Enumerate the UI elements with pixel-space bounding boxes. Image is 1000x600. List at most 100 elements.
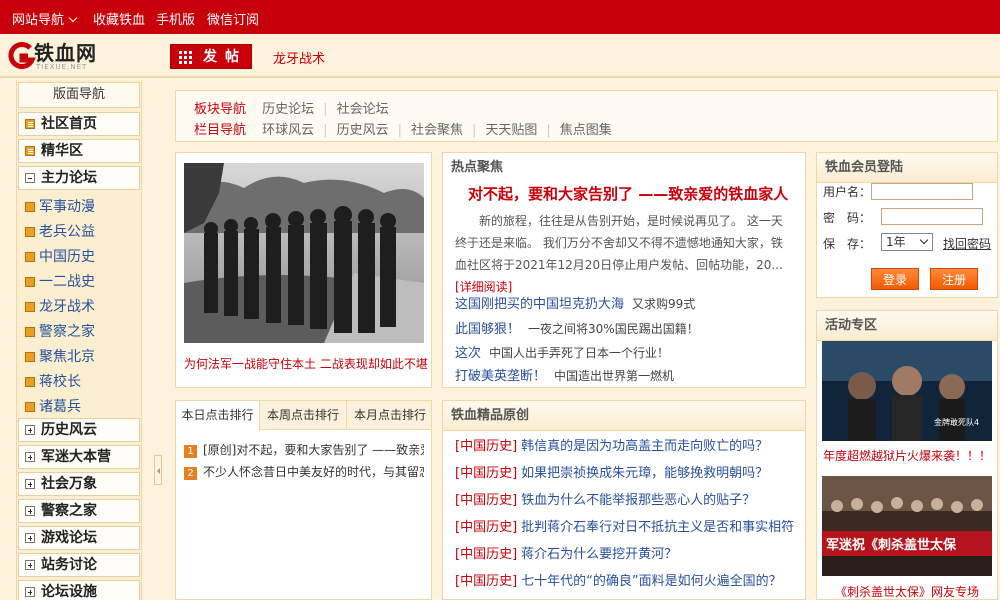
sidebar-item-label: 社会万象 xyxy=(41,476,97,492)
site-nav-menu[interactable]: 网站导航 xyxy=(12,9,78,28)
username-input[interactable] xyxy=(871,183,973,200)
sidebar-item-main-forum[interactable]: 主力论坛 xyxy=(18,166,140,190)
forum-icon xyxy=(25,402,35,412)
activity-poster-2[interactable]: 军迷祝《刺杀盖世太保 xyxy=(822,476,992,576)
original-item[interactable]: [中国历史] 批判蒋介石奉行对日不抵抗主义是否和事实相符？ xyxy=(455,516,795,535)
forum-icon xyxy=(25,352,35,362)
hot-link[interactable]: 这国刚把买的中国坦克扔大海 又求购99式 xyxy=(455,293,695,312)
sidebar-item-label: 社区首页 xyxy=(41,116,97,132)
sidebar-subitem[interactable]: 一二战史 xyxy=(25,272,95,292)
subitem-label: 龙牙战术 xyxy=(39,299,95,315)
activity-caption-2[interactable]: 《刺杀盖世太保》网友专场 xyxy=(817,583,997,600)
original-tag: [中国历史] xyxy=(455,547,518,562)
sidebar-collapse-toggle[interactable] xyxy=(154,455,162,485)
sidebar-subitem[interactable]: 诸葛兵 xyxy=(25,397,81,417)
keep-duration-select[interactable]: 1年 xyxy=(881,233,933,251)
sidebar-item-featured[interactable]: 精华区 xyxy=(18,139,140,163)
hot-link[interactable]: 这次 中国人出手弄死了日本一个行业！ xyxy=(455,342,669,361)
sidebar-item-fans-camp[interactable]: 军迷大本营 xyxy=(18,445,140,469)
logo-mark-icon xyxy=(8,42,36,69)
password-label: 密 码： xyxy=(823,211,872,225)
hot-link-subtitle: 又求购99式 xyxy=(632,297,696,311)
subitem-label: 一二战史 xyxy=(39,274,95,290)
original-item[interactable]: [中国历史] 韩信真的是因为功高盖主而走向败亡的吗？ xyxy=(455,435,795,454)
sidebar-item-history[interactable]: 历史风云 xyxy=(18,418,140,442)
site-logo[interactable]: 铁血网 TIEXUE.NET xyxy=(6,42,102,72)
sidebar-item-site-discuss[interactable]: 站务讨论 xyxy=(18,553,140,577)
subitem-label: 中国历史 xyxy=(39,249,95,265)
column-nav-item[interactable]: 历史风云 xyxy=(337,123,389,138)
feature-photo[interactable] xyxy=(184,163,424,343)
original-item[interactable]: [中国历史] 铁血为什么不能举报那些恶心人的贴子？ xyxy=(455,489,795,508)
sidebar-item-label: 主力论坛 xyxy=(41,170,97,186)
sidebar-subitem[interactable]: 中国历史 xyxy=(25,247,95,267)
original-item[interactable]: [中国历史] 蒋介石为什么要挖开黄河？ xyxy=(455,543,795,562)
sidebar-item-games[interactable]: 游戏论坛 xyxy=(18,526,140,550)
expand-icon xyxy=(25,587,35,597)
sidebar-item-label: 军迷大本营 xyxy=(41,449,111,465)
hot-link[interactable]: 打破美英垄断！ 中国造出世界第一燃机 xyxy=(455,365,674,384)
post-button[interactable]: 发帖 xyxy=(170,44,252,69)
ranking-panel: 本日点击排行 本周点击排行 本月点击排行 1 [原创]对不起，要和大家告别了 ——… xyxy=(175,400,432,600)
keep-duration-value: 1年 xyxy=(886,235,906,249)
hot-body: 新的旅程，往往是从告别开始，是时候说再见了。 这一天终于还是来临。 我们万分不舍… xyxy=(455,210,793,298)
column-nav-item[interactable]: 社会聚焦 xyxy=(411,123,463,138)
column-nav-item[interactable]: 天天贴图 xyxy=(485,123,537,138)
board-nav-item[interactable]: 社会论坛 xyxy=(337,102,389,117)
sidebar-subitem[interactable]: 警察之家 xyxy=(25,322,95,342)
original-item[interactable]: [中国历史] 七十年代的“的确良”面料是如何火遍全国的？ xyxy=(455,570,795,589)
tab-weekly-rank[interactable]: 本周点击排行 xyxy=(260,401,347,430)
wechat-link[interactable]: 微信订阅 xyxy=(207,9,259,28)
sidebar-item-facilities[interactable]: 论坛设施 xyxy=(18,580,140,600)
column-nav-item[interactable]: 环球风云 xyxy=(262,123,314,138)
original-title: 铁血精品原创 xyxy=(443,401,805,431)
feature-panel: 为何法军一战能守住本土 二战表现却如此不堪 xyxy=(175,152,432,388)
login-button[interactable]: 登录 xyxy=(871,268,919,290)
sidebar-subitem[interactable]: 老兵公益 xyxy=(25,222,95,242)
original-item[interactable]: [中国历史] 如果把崇祯换成朱元璋，能够挽救明朝吗？ xyxy=(455,462,795,481)
forum-icon xyxy=(25,277,35,287)
feature-caption[interactable]: 为何法军一战能守住本土 二战表现却如此不堪 xyxy=(184,355,434,372)
original-panel: 铁血精品原创 [中国历史] 韩信真的是因为功高盖主而走向败亡的吗？ [中国历史] 如… xyxy=(442,400,806,600)
recover-password-link[interactable]: 找回密码 xyxy=(943,235,991,252)
board-nav-item[interactable]: 历史论坛 xyxy=(262,102,314,117)
sidebar-item-label: 游戏论坛 xyxy=(41,530,97,546)
column-nav-item[interactable]: 焦点图集 xyxy=(560,123,612,138)
sidebar-item-society[interactable]: 社会万象 xyxy=(18,472,140,496)
subitem-label: 诸葛兵 xyxy=(39,399,81,415)
forum-icon xyxy=(25,302,35,312)
expand-icon xyxy=(25,452,35,462)
original-tag: [中国历史] xyxy=(455,493,518,508)
header-link-longya[interactable]: 龙牙战术 xyxy=(273,48,325,67)
sidebar-item-police[interactable]: 警察之家 xyxy=(18,499,140,523)
rank-item[interactable]: 2 不少人怀念昔日中美友好的时代，与其留恋过去 xyxy=(184,463,424,480)
document-icon xyxy=(25,146,35,156)
forum-icon xyxy=(25,377,35,387)
password-input[interactable] xyxy=(881,208,983,225)
read-more-link[interactable]: [详细阅读] xyxy=(455,280,512,294)
hot-link[interactable]: 此国够狠！ 一夜之间将30%国民踢出国籍！ xyxy=(455,318,699,337)
category-nav: 板块导航 历史论坛 | 社会论坛 栏目导航 环球风云 | 历史风云 | 社会聚焦 | 天天贴图 |… xyxy=(175,90,998,142)
sidebar-item-community-home[interactable]: 社区首页 xyxy=(18,112,140,136)
bookmark-link[interactable]: 收藏铁血 xyxy=(93,9,145,28)
register-button[interactable]: 注册 xyxy=(930,268,978,290)
hot-focus-title: 热点聚焦 xyxy=(451,160,504,175)
hot-body-text: 新的旅程，往往是从告别开始，是时候说再见了。 这一天终于还是来临。 我们万分不舍… xyxy=(455,214,783,272)
sidebar-subitem[interactable]: 龙牙战术 xyxy=(25,297,95,317)
rank-title: [原创]对不起，要和大家告别了 ——致亲爱的铁血家人 xyxy=(203,443,424,457)
rank-item[interactable]: 1 [原创]对不起，要和大家告别了 ——致亲爱的铁血家人 xyxy=(184,441,424,458)
sidebar-subitem[interactable]: 聚焦北京 xyxy=(25,347,95,367)
mobile-link[interactable]: 手机版 xyxy=(156,9,195,28)
original-item-title: 韩信真的是因为功高盖主而走向败亡的吗？ xyxy=(521,439,769,454)
hot-headline[interactable]: 对不起，要和大家告别了 ——致亲爱的铁血家人 xyxy=(468,183,788,204)
activity-poster-1[interactable]: 金牌敢死队4 xyxy=(822,341,992,441)
original-item-title: 如果把崇祯换成朱元璋，能够挽救明朝吗？ xyxy=(521,466,769,481)
activity-caption-1[interactable]: 年度超燃越狱片火爆来袭！！！ xyxy=(817,447,997,464)
tab-monthly-rank[interactable]: 本月点击排行 xyxy=(347,401,433,430)
tab-daily-rank[interactable]: 本日点击排行 xyxy=(176,401,260,431)
expand-icon xyxy=(25,506,35,516)
poster-2-text: 军迷祝《刺杀盖世太保 xyxy=(826,537,957,553)
column-nav-title: 栏目导航 xyxy=(194,123,247,138)
sidebar-subitem[interactable]: 军事动漫 xyxy=(25,197,95,217)
sidebar-subitem[interactable]: 蒋校长 xyxy=(25,372,81,392)
